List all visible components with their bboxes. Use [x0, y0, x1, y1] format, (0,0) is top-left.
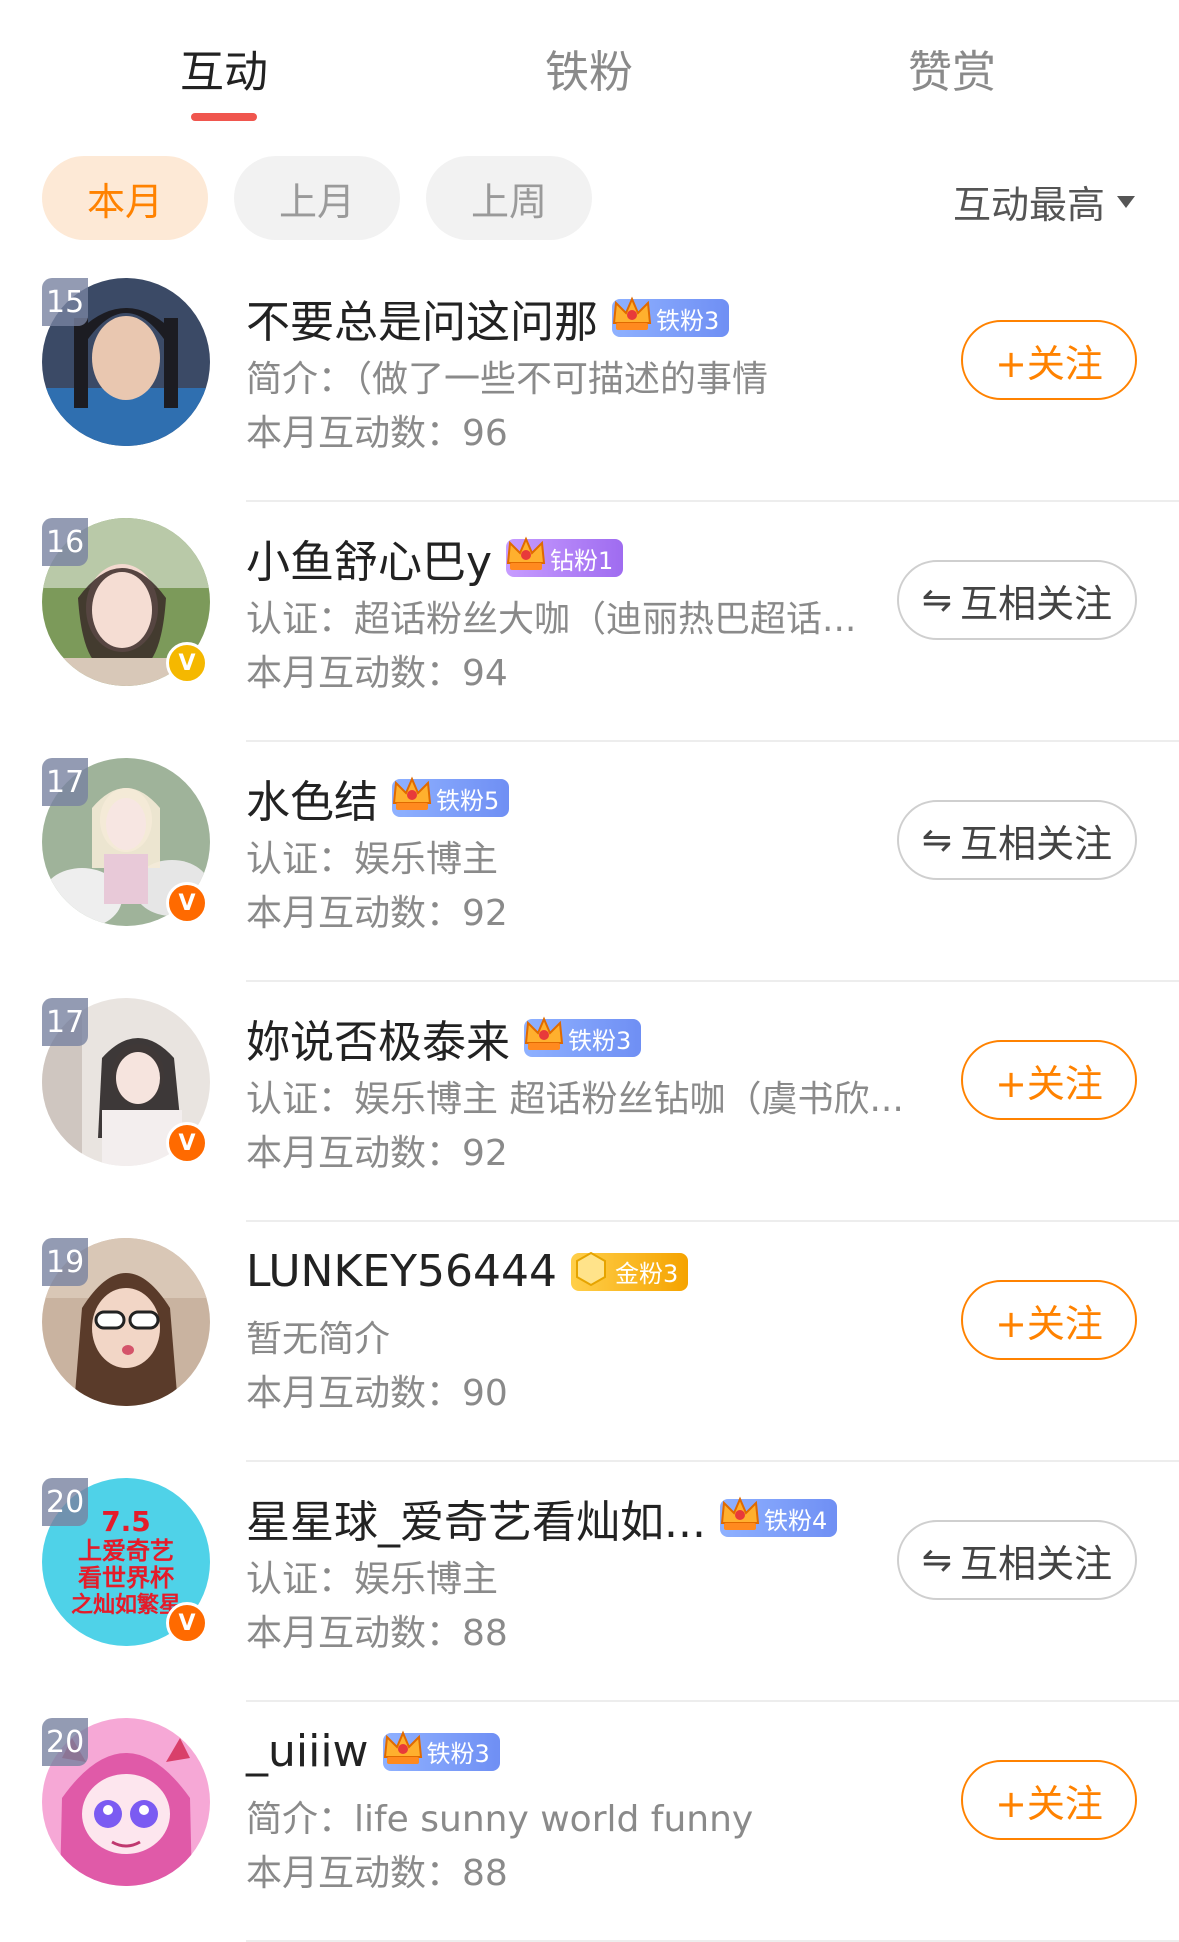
list-item[interactable]: 20 _uiiiw 铁粉3 简介：life sunny world funny 本月互动…: [0, 1702, 1179, 1942]
follow-label: +关注: [995, 1301, 1103, 1346]
fan-level-badge: 铁粉3: [382, 1729, 500, 1771]
rank-badge: 15: [42, 278, 89, 326]
interaction-count: 本月互动数：88: [246, 1853, 508, 1894]
avatar-wrap[interactable]: 20: [42, 1718, 210, 1886]
follow-button[interactable]: +关注: [961, 320, 1137, 400]
fan-level-badge: 铁粉3: [524, 1016, 642, 1057]
user-name[interactable]: 不要总是问这问那: [246, 286, 598, 350]
fan-level-label: 铁粉3: [568, 1026, 632, 1055]
avatar-wrap[interactable]: 16 V: [42, 518, 210, 686]
interaction-count: 本月互动数：96: [246, 413, 508, 454]
filter-last-month[interactable]: 上月: [234, 156, 400, 240]
rank-badge: 20: [42, 1478, 89, 1526]
user-description: 简介：life sunny world funny: [246, 1799, 754, 1840]
user-description: 认证：娱乐博主 超话粉丝钻咖（虞书欣...: [246, 1079, 904, 1120]
name-line: 不要总是问这问那 铁粉3: [246, 286, 730, 350]
fan-level-badge: 铁粉5: [392, 776, 510, 817]
interaction-count: 本月互动数：92: [246, 893, 508, 934]
name-line: _uiiiw 铁粉3: [246, 1726, 500, 1777]
list-item[interactable]: 19 LUNKEY56444 金粉3 暂无简介本月互动数：90 +关注: [0, 1222, 1179, 1462]
verified-v-icon: V: [166, 1122, 208, 1164]
filter-last-week[interactable]: 上周: [426, 156, 592, 240]
name-line: 水色结 铁粉5: [246, 766, 510, 830]
swap-arrows-icon: ⇋: [921, 1539, 953, 1581]
mutual-label: 互相关注: [960, 581, 1113, 626]
name-line: LUNKEY56444 金粉3: [246, 1246, 689, 1297]
rank-badge: 19: [42, 1238, 89, 1286]
list-item[interactable]: 16 V 小鱼舒心巴y 钻粉1 认证：超话粉丝大咖（迪丽热巴超话... 本月互动数：94 ⇋…: [0, 502, 1179, 742]
name-line: 星星球_爱奇艺看灿如... 铁粉4: [246, 1486, 838, 1550]
filter-this-month[interactable]: 本月: [42, 156, 208, 240]
verified-v-icon: V: [166, 1602, 208, 1644]
user-name[interactable]: 小鱼舒心巴y: [246, 526, 492, 590]
rank-badge: 17: [42, 998, 89, 1046]
tab-rewards[interactable]: 赞赏: [908, 36, 996, 100]
fan-level-label: 铁粉5: [436, 786, 500, 815]
tab-interaction[interactable]: 互动: [180, 36, 268, 100]
verified-v-icon: V: [166, 642, 208, 684]
fan-level-badge: 钻粉1: [506, 536, 624, 577]
list-item[interactable]: 17 V 水色结 铁粉5 认证：娱乐博主 本月互动数：92 ⇋ 互相关注: [0, 742, 1179, 982]
list-item[interactable]: 15 不要总是问这问那 铁粉3 简介：（做了一些不可描述的事情 本月互动数：96 +关注: [0, 262, 1179, 502]
user-description: 暂无简介: [246, 1319, 391, 1360]
list-item[interactable]: 17 V 妳说否极泰来 铁粉3 认证：娱乐博主 超话粉丝钻咖（虞书欣... 本月互动数：9…: [0, 982, 1179, 1222]
mutual-follow-button[interactable]: ⇋ 互相关注: [897, 560, 1137, 640]
top-tabs: 互动 铁粉 赞赏: [0, 0, 1179, 140]
user-description: 认证：娱乐博主: [246, 839, 499, 880]
swap-arrows-icon: ⇋: [921, 819, 953, 861]
user-name[interactable]: 水色结: [246, 766, 378, 830]
caret-down-icon: [1117, 195, 1135, 208]
avatar-wrap[interactable]: 17 V: [42, 998, 210, 1166]
interaction-count: 本月互动数：90: [246, 1373, 508, 1414]
fan-level-label: 铁粉3: [656, 306, 720, 335]
tab-iron-fans[interactable]: 铁粉: [545, 36, 633, 100]
follow-label: +关注: [995, 1061, 1103, 1106]
follow-label: +关注: [995, 1781, 1103, 1826]
fan-level-label: 金粉3: [614, 1260, 679, 1288]
active-tab-indicator: [191, 113, 257, 121]
fan-level-label: 铁粉3: [426, 1740, 490, 1768]
list-item[interactable]: 20 7.5 上爱奇艺 看世界杯 之灿如繁星 V 星星球_爱奇艺看灿如... 铁粉4 认证：娱乐…: [0, 1462, 1179, 1702]
follow-label: +关注: [995, 341, 1103, 386]
avatar-wrap[interactable]: 17 V: [42, 758, 210, 926]
follow-button[interactable]: +关注: [961, 1280, 1137, 1360]
rank-badge: 20: [42, 1718, 89, 1766]
name-line: 小鱼舒心巴y 钻粉1: [246, 526, 624, 590]
avatar-wrap[interactable]: 20 7.5 上爱奇艺 看世界杯 之灿如繁星 V: [42, 1478, 210, 1646]
fan-level-label: 铁粉4: [763, 1506, 828, 1535]
interaction-count: 本月互动数：88: [246, 1613, 508, 1654]
mutual-follow-button[interactable]: ⇋ 互相关注: [897, 800, 1137, 880]
fan-level-badge: 铁粉3: [612, 296, 730, 337]
user-description: 认证：超话粉丝大咖（迪丽热巴超话...: [246, 599, 857, 640]
user-name[interactable]: LUNKEY56444: [246, 1246, 557, 1297]
user-name[interactable]: 星星球_爱奇艺看灿如...: [246, 1486, 706, 1550]
sort-dropdown[interactable]: 互动最高: [953, 174, 1135, 229]
user-name[interactable]: _uiiiw: [246, 1726, 369, 1777]
fan-level-label: 钻粉1: [550, 546, 614, 575]
avatar-wrap[interactable]: 15: [42, 278, 210, 446]
swap-arrows-icon: ⇋: [921, 579, 953, 621]
user-name[interactable]: 妳说否极泰来: [246, 1006, 510, 1070]
rank-badge: 17: [42, 758, 89, 806]
interaction-count: 本月互动数：92: [246, 1133, 508, 1174]
verified-v-icon: V: [166, 882, 208, 924]
rank-badge: 16: [42, 518, 89, 566]
fan-level-badge: 铁粉4: [719, 1496, 838, 1537]
user-description: 认证：娱乐博主: [246, 1559, 499, 1600]
mutual-follow-button[interactable]: ⇋ 互相关注: [897, 1520, 1137, 1600]
mutual-label: 互相关注: [960, 821, 1113, 866]
mutual-label: 互相关注: [960, 1541, 1113, 1586]
fan-level-badge: 金粉3: [570, 1251, 689, 1291]
interaction-count: 本月互动数：94: [246, 653, 508, 694]
user-description: 简介：（做了一些不可描述的事情: [246, 359, 769, 400]
avatar-wrap[interactable]: 19: [42, 1238, 210, 1406]
follow-button[interactable]: +关注: [961, 1040, 1137, 1120]
follow-button[interactable]: +关注: [961, 1760, 1137, 1840]
sort-label: 互动最高: [952, 183, 1105, 227]
name-line: 妳说否极泰来 铁粉3: [246, 1006, 642, 1070]
